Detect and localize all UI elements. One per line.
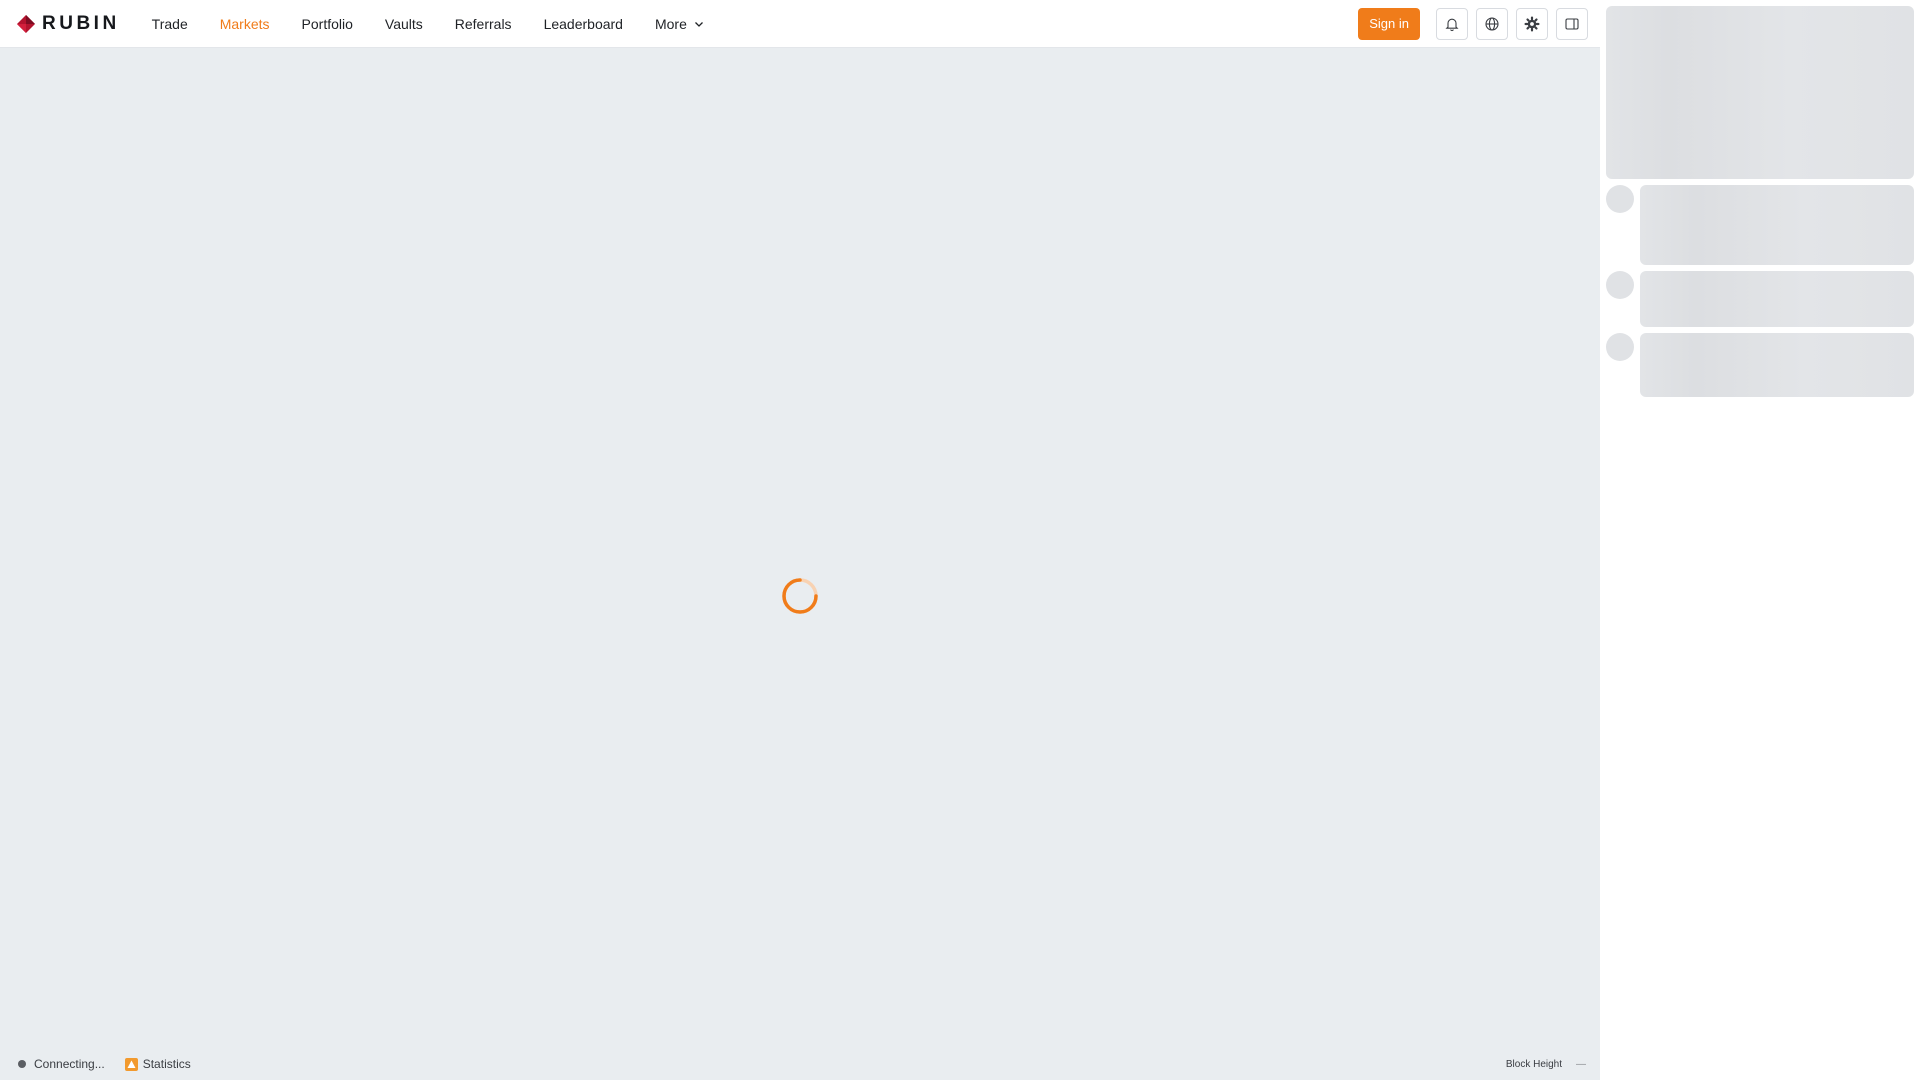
gear-icon <box>1524 16 1540 31</box>
side-panel <box>1600 0 1920 1080</box>
block-height: Block Height — <box>1506 1059 1586 1070</box>
sign-in-button[interactable]: Sign in <box>1358 7 1420 40</box>
top-navbar: RUBIN Trade Markets Portfolio Vaults Ref… <box>0 0 1600 48</box>
bell-icon <box>1445 18 1459 31</box>
nav-markets[interactable]: Markets <box>220 16 270 32</box>
nav-portfolio[interactable]: Portfolio <box>302 16 353 32</box>
status-dot-icon <box>18 1060 26 1068</box>
nav-more[interactable]: More <box>655 16 704 32</box>
rubin-logo-icon <box>17 14 35 33</box>
skeleton-avatar <box>1606 333 1634 361</box>
connection-status[interactable]: Connecting... <box>18 1057 105 1071</box>
header-actions: Sign in <box>1358 7 1588 40</box>
sidebar-toggle-icon <box>1565 17 1579 30</box>
skeleton-row <box>1640 333 1914 397</box>
connection-status-label: Connecting... <box>34 1057 105 1071</box>
skeleton-row <box>1640 271 1914 327</box>
status-bar: Connecting... Statistics Block Height — <box>0 1050 1600 1078</box>
nav-referrals[interactable]: Referrals <box>455 16 512 32</box>
skeleton-row <box>1640 185 1914 265</box>
nav-trade[interactable]: Trade <box>152 16 188 32</box>
markets-content <box>0 48 1600 1048</box>
statistics-label: Statistics <box>142 1057 191 1071</box>
brand-logo[interactable]: RUBIN <box>16 13 120 35</box>
skeleton-avatar <box>1606 271 1634 299</box>
chevron-down-icon <box>694 21 703 27</box>
block-height-label: Block Height <box>1505 1058 1562 1070</box>
statistics-icon <box>124 1057 138 1071</box>
skeleton-card <box>1606 6 1914 179</box>
nav-leaderboard[interactable]: Leaderboard <box>544 16 623 32</box>
globe-icon <box>1485 16 1499 31</box>
panel-toggle-button[interactable] <box>1556 7 1588 40</box>
spinner-icon <box>782 578 818 614</box>
notifications-button[interactable] <box>1436 7 1468 40</box>
nav-more-label: More <box>654 15 687 32</box>
block-height-value: — <box>1576 1058 1586 1070</box>
brand-name: RUBIN <box>42 12 120 34</box>
settings-button[interactable] <box>1516 7 1548 40</box>
main-nav: Trade Markets Portfolio Vaults Referrals… <box>152 16 736 32</box>
nav-vaults[interactable]: Vaults <box>385 16 423 32</box>
skeleton-avatar <box>1606 185 1634 213</box>
statistics-link[interactable]: Statistics <box>124 1057 191 1071</box>
language-button[interactable] <box>1476 7 1508 40</box>
